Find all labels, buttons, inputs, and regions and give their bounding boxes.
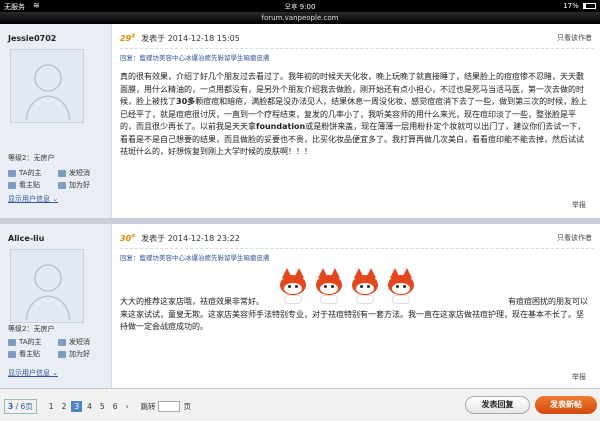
author-name[interactable]: Jessie0702 <box>8 34 56 43</box>
add-friend-link[interactable]: 加为好 <box>58 348 108 360</box>
floor-number: 30# <box>120 233 135 243</box>
reply-to-title[interactable]: 回复：藍蝶坊美容中心冰爆治癒先斅留學生暗瘡皮膚 <box>120 52 270 62</box>
default-avatar-icon <box>25 64 71 121</box>
page-link-5[interactable]: 5 <box>97 401 108 412</box>
status-bar: 无服务 ≋ 오후 9:00 17% <box>0 0 600 12</box>
user-icon <box>8 338 16 346</box>
author-panel: Alice-liu 等级2：无房户 TA的主 发短消 看主贴 加为好 显示用户信… <box>0 224 112 388</box>
report-link[interactable]: 举报 <box>572 372 586 382</box>
chevron-down-icon: ⌄ <box>52 195 59 203</box>
author-name[interactable]: Alice-liu <box>8 234 44 243</box>
jump-page-input[interactable] <box>158 401 181 412</box>
pagination: 3 / 6页 1 2 3 4 5 6 › 跳转 页 <box>4 399 191 414</box>
floor-number: 29# <box>120 33 135 43</box>
next-page-icon[interactable]: › <box>122 401 131 412</box>
divider <box>120 48 594 49</box>
post-date: 发表于 2014-12-18 15:05 <box>141 34 240 43</box>
post-content: 30# 发表于 2014-12-18 23:22 只看该作者 回复：藍蝶坊美容中… <box>120 224 594 388</box>
post-body: 大大的推荐这家店哦，祛痘效果非常好。 有痘痘困扰的朋友可以 来这家试试，童叟无欺… <box>120 297 588 331</box>
user-rank: 等级2：无房户 <box>8 325 55 333</box>
avatar[interactable] <box>10 49 84 123</box>
send-message-link[interactable]: 发短消 <box>58 167 108 179</box>
post-29: Jessie0702 等级2：无房户 TA的主 发短消 看主贴 加为好 显示用户… <box>0 24 600 218</box>
view-main-post-link[interactable]: 看主贴 <box>8 348 58 360</box>
show-user-info-link[interactable]: 显示用户信息 ⌄ <box>8 194 58 204</box>
page-link-1[interactable]: 1 <box>46 401 57 412</box>
page-indicator: 3 / 6页 <box>4 399 37 414</box>
ta-topics-link[interactable]: TA的主 <box>8 167 58 179</box>
only-author-link[interactable]: 只看该作者 <box>557 233 592 243</box>
post-date: 发表于 2014-12-18 23:22 <box>141 234 240 243</box>
add-friend-icon <box>58 181 66 189</box>
page-link-4[interactable]: 4 <box>84 401 95 412</box>
jump-label: 跳转 <box>140 402 156 411</box>
default-avatar-icon <box>25 264 71 321</box>
document-icon <box>8 181 16 189</box>
report-link[interactable]: 举报 <box>572 200 586 210</box>
ta-topics-link[interactable]: TA的主 <box>8 336 58 348</box>
avatar[interactable] <box>10 249 84 323</box>
author-panel: Jessie0702 等级2：无房户 TA的主 发短消 看主贴 加为好 显示用户… <box>0 24 112 218</box>
document-icon <box>8 350 16 358</box>
add-friend-icon <box>58 350 66 358</box>
page-link-3[interactable]: 3 <box>71 401 83 412</box>
new-thread-button[interactable]: 发表新帖 <box>535 396 597 414</box>
divider <box>120 248 594 249</box>
add-friend-link[interactable]: 加为好 <box>58 179 108 191</box>
battery-indicator: 17% <box>563 2 596 10</box>
page-unit-label: 页 <box>183 402 191 411</box>
only-author-link[interactable]: 只看该作者 <box>557 33 592 43</box>
post-body: 真的很有效果，介绍了好几个朋友过去看过了。我年初的时候天天化妆，晚上玩晚了就直接… <box>120 72 588 156</box>
clock: 오후 9:00 <box>284 3 316 11</box>
view-main-post-link[interactable]: 看主贴 <box>8 179 58 191</box>
show-user-info-link[interactable]: 显示用户信息 ⌄ <box>8 368 58 378</box>
url-bar[interactable]: forum.vanpeople.com <box>0 12 600 24</box>
battery-icon <box>583 3 596 9</box>
reply-to-title[interactable]: 回复：藍蝶坊美容中心冰爆治癒先斅留學生暗瘡皮膚 <box>120 252 270 262</box>
mail-icon <box>58 338 66 346</box>
battery-percent: 17% <box>563 2 579 10</box>
post-content: 29# 发表于 2014-12-18 15:05 只看该作者 回复：藍蝶坊美容中… <box>120 24 594 218</box>
bottom-toolbar: 3 / 6页 1 2 3 4 5 6 › 跳转 页 发表回复 发表新帖 <box>0 388 600 421</box>
url-text: forum.vanpeople.com <box>261 14 339 22</box>
page-link-2[interactable]: 2 <box>59 401 70 412</box>
post-30: Alice-liu 等级2：无房户 TA的主 发短消 看主贴 加为好 显示用户信… <box>0 224 600 388</box>
post-reply-button[interactable]: 发表回复 <box>465 396 530 414</box>
chevron-down-icon: ⌄ <box>52 369 59 377</box>
mail-icon <box>58 169 66 177</box>
user-icon <box>8 169 16 177</box>
user-rank: 等级2：无房户 <box>8 154 55 162</box>
send-message-link[interactable]: 发短消 <box>58 336 108 348</box>
page-link-6[interactable]: 6 <box>110 401 121 412</box>
